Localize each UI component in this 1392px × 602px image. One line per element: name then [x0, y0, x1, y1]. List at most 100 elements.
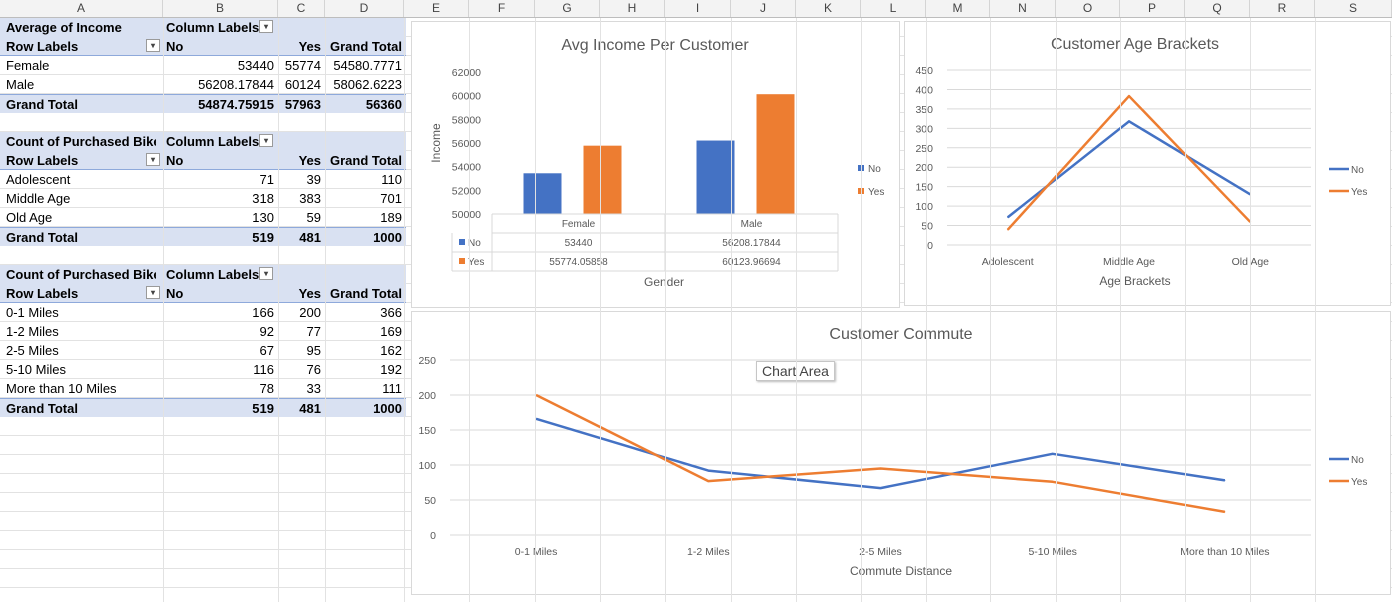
column-gridline — [469, 18, 470, 602]
y-tick-label: 50000 — [452, 209, 481, 221]
y-tick-label: 56000 — [452, 138, 481, 150]
pivot-corner-row: Count of Purchased Bike Column Labels ▾ — [0, 132, 406, 151]
pivot-row-label: Male — [6, 77, 35, 92]
table-category-label: Female — [562, 219, 596, 230]
pivot-row-labels: Row Labels — [6, 153, 79, 168]
pivot-cell-total: 701 — [380, 191, 402, 206]
y-tick-label: 150 — [915, 182, 933, 194]
pivot-header-row: Row Labels ▾ No Yes Grand Total — [0, 151, 406, 170]
pivot-cell-no: 56208.17844 — [198, 77, 274, 92]
data-point-no — [1007, 216, 1009, 218]
column-gridline — [861, 18, 862, 602]
series-line-no — [1006, 120, 1251, 219]
column-labels-filter-button[interactable]: ▾ — [259, 20, 273, 33]
y-tick-label: 62000 — [452, 67, 481, 79]
y-tick-label: 250 — [418, 355, 436, 367]
column-header-a[interactable]: A — [0, 0, 163, 17]
data-point-yes — [880, 468, 881, 469]
pivot-cell-yes: 383 — [299, 191, 321, 206]
pivot-cell-yes: 59 — [306, 210, 321, 225]
pivot-data-row: 0-1 Miles 166 200 366 — [0, 303, 406, 322]
data-point-no — [707, 470, 709, 472]
y-tick-label: 60000 — [452, 91, 481, 103]
pivot-cell-no: 53440 — [237, 58, 274, 73]
pivot-cell-yes: 77 — [306, 324, 321, 339]
pivot-row-label: Middle Age — [6, 191, 71, 206]
y-tick-label: 54000 — [452, 162, 481, 174]
y-tick-label: 0 — [430, 530, 436, 542]
column-header-k[interactable]: K — [796, 0, 861, 17]
column-gridline — [1185, 18, 1186, 602]
column-header-o[interactable]: O — [1056, 0, 1120, 17]
column-header-s[interactable]: S — [1315, 0, 1392, 17]
pivot-header-grand-total: Grand Total — [330, 153, 402, 168]
column-header-f[interactable]: F — [469, 0, 535, 17]
y-tick-label: 100 — [915, 201, 933, 213]
column-header-b[interactable]: B — [163, 0, 278, 17]
y-tick-label: 350 — [915, 104, 933, 116]
column-header-l[interactable]: L — [861, 0, 926, 17]
avg-income-chart[interactable]: Avg Income Per Customer 50000 52000 54000 56… — [411, 21, 900, 308]
column-header-q[interactable]: Q — [1185, 0, 1250, 17]
column-gridline — [404, 18, 405, 602]
column-labels-filter-button[interactable]: ▾ — [259, 134, 273, 147]
chart-title: Customer Commute — [829, 326, 972, 343]
x-tick-label: Middle Age — [1103, 256, 1155, 268]
pivot-cell-total: 110 — [381, 172, 402, 187]
pivot-header-yes: Yes — [298, 286, 321, 301]
pivot-grand-total-label: Grand Total — [6, 97, 78, 112]
row-labels-filter-button[interactable]: ▾ — [146, 153, 160, 166]
pivot-grand-total-row: Grand Total 519 481 1000 — [0, 398, 406, 417]
y-tick-label: 200 — [915, 162, 933, 174]
pivot-grand-total-value: 1000 — [373, 230, 402, 245]
pivot-data-row: 5-10 Miles 116 76 192 — [0, 360, 406, 379]
column-header-i[interactable]: I — [665, 0, 731, 17]
column-header-d[interactable]: D — [325, 0, 404, 17]
column-header-n[interactable]: N — [990, 0, 1056, 17]
y-tick-label: 150 — [418, 425, 436, 437]
column-header-m[interactable]: M — [926, 0, 990, 17]
pivot-data-row: 1-2 Miles 92 77 169 — [0, 322, 406, 341]
table-series-label: Yes — [468, 257, 484, 268]
column-header-c[interactable]: C — [278, 0, 325, 17]
pivot-header-no: No — [166, 39, 184, 54]
row-labels-filter-button[interactable]: ▾ — [146, 39, 160, 52]
chart-canvas: Customer Commute 0 50 100 150 200 250 0-1 Miles… — [418, 326, 1367, 578]
column-gridline — [926, 18, 927, 602]
column-header-r[interactable]: R — [1250, 0, 1315, 17]
commute-chart[interactable]: Customer Commute 0 50 100 150 200 250 0-1 Miles… — [411, 311, 1391, 595]
legend-label: No — [1351, 165, 1364, 176]
column-gridline — [990, 18, 991, 602]
pivot-grand-total-no: 519 — [252, 401, 274, 416]
pivot-cell-total: 189 — [380, 210, 402, 225]
column-header-j[interactable]: J — [731, 0, 796, 17]
age-brackets-chart[interactable]: Customer Age Brackets 0 50 100 150 200 250 300 3… — [904, 21, 1391, 306]
y-tick-label: 50 — [921, 221, 933, 233]
pivot-grand-total-label: Grand Total — [6, 401, 78, 416]
series-line-yes — [535, 393, 1226, 514]
pivot-row-labels: Row Labels — [6, 286, 79, 301]
column-header-e[interactable]: E — [404, 0, 469, 17]
column-gridline — [731, 18, 732, 602]
column-gridline — [665, 18, 666, 602]
chart-title: Customer Age Brackets — [1051, 36, 1219, 53]
pivot-header-grand-total: Grand Total — [330, 39, 402, 54]
column-header-g[interactable]: G — [535, 0, 600, 17]
pivot-cell-total: 366 — [380, 305, 402, 320]
data-point-no — [1052, 453, 1054, 455]
legend-label: Yes — [1351, 187, 1367, 198]
column-header-h[interactable]: H — [600, 0, 665, 17]
column-gridline — [1120, 18, 1121, 602]
pivot-data-row: Old Age 130 59 189 — [0, 208, 406, 227]
row-labels-filter-button[interactable]: ▾ — [146, 286, 160, 299]
column-labels-filter-button[interactable]: ▾ — [259, 267, 273, 280]
column-header-bar: ABCDEFGHIJKLMNOPQRS — [0, 0, 1392, 18]
x-tick-label: 2-5 Miles — [859, 546, 902, 558]
pivot-cell-yes: 55774 — [284, 58, 321, 73]
pivot-cell-yes: 200 — [299, 305, 321, 320]
pivot-header-grand-total: Grand Total — [330, 286, 402, 301]
pivot-cell-no: 78 — [259, 381, 274, 396]
table-category-label: Male — [741, 219, 763, 230]
column-header-p[interactable]: P — [1120, 0, 1185, 17]
pivot-value-field-label: Average of Income — [6, 20, 122, 35]
